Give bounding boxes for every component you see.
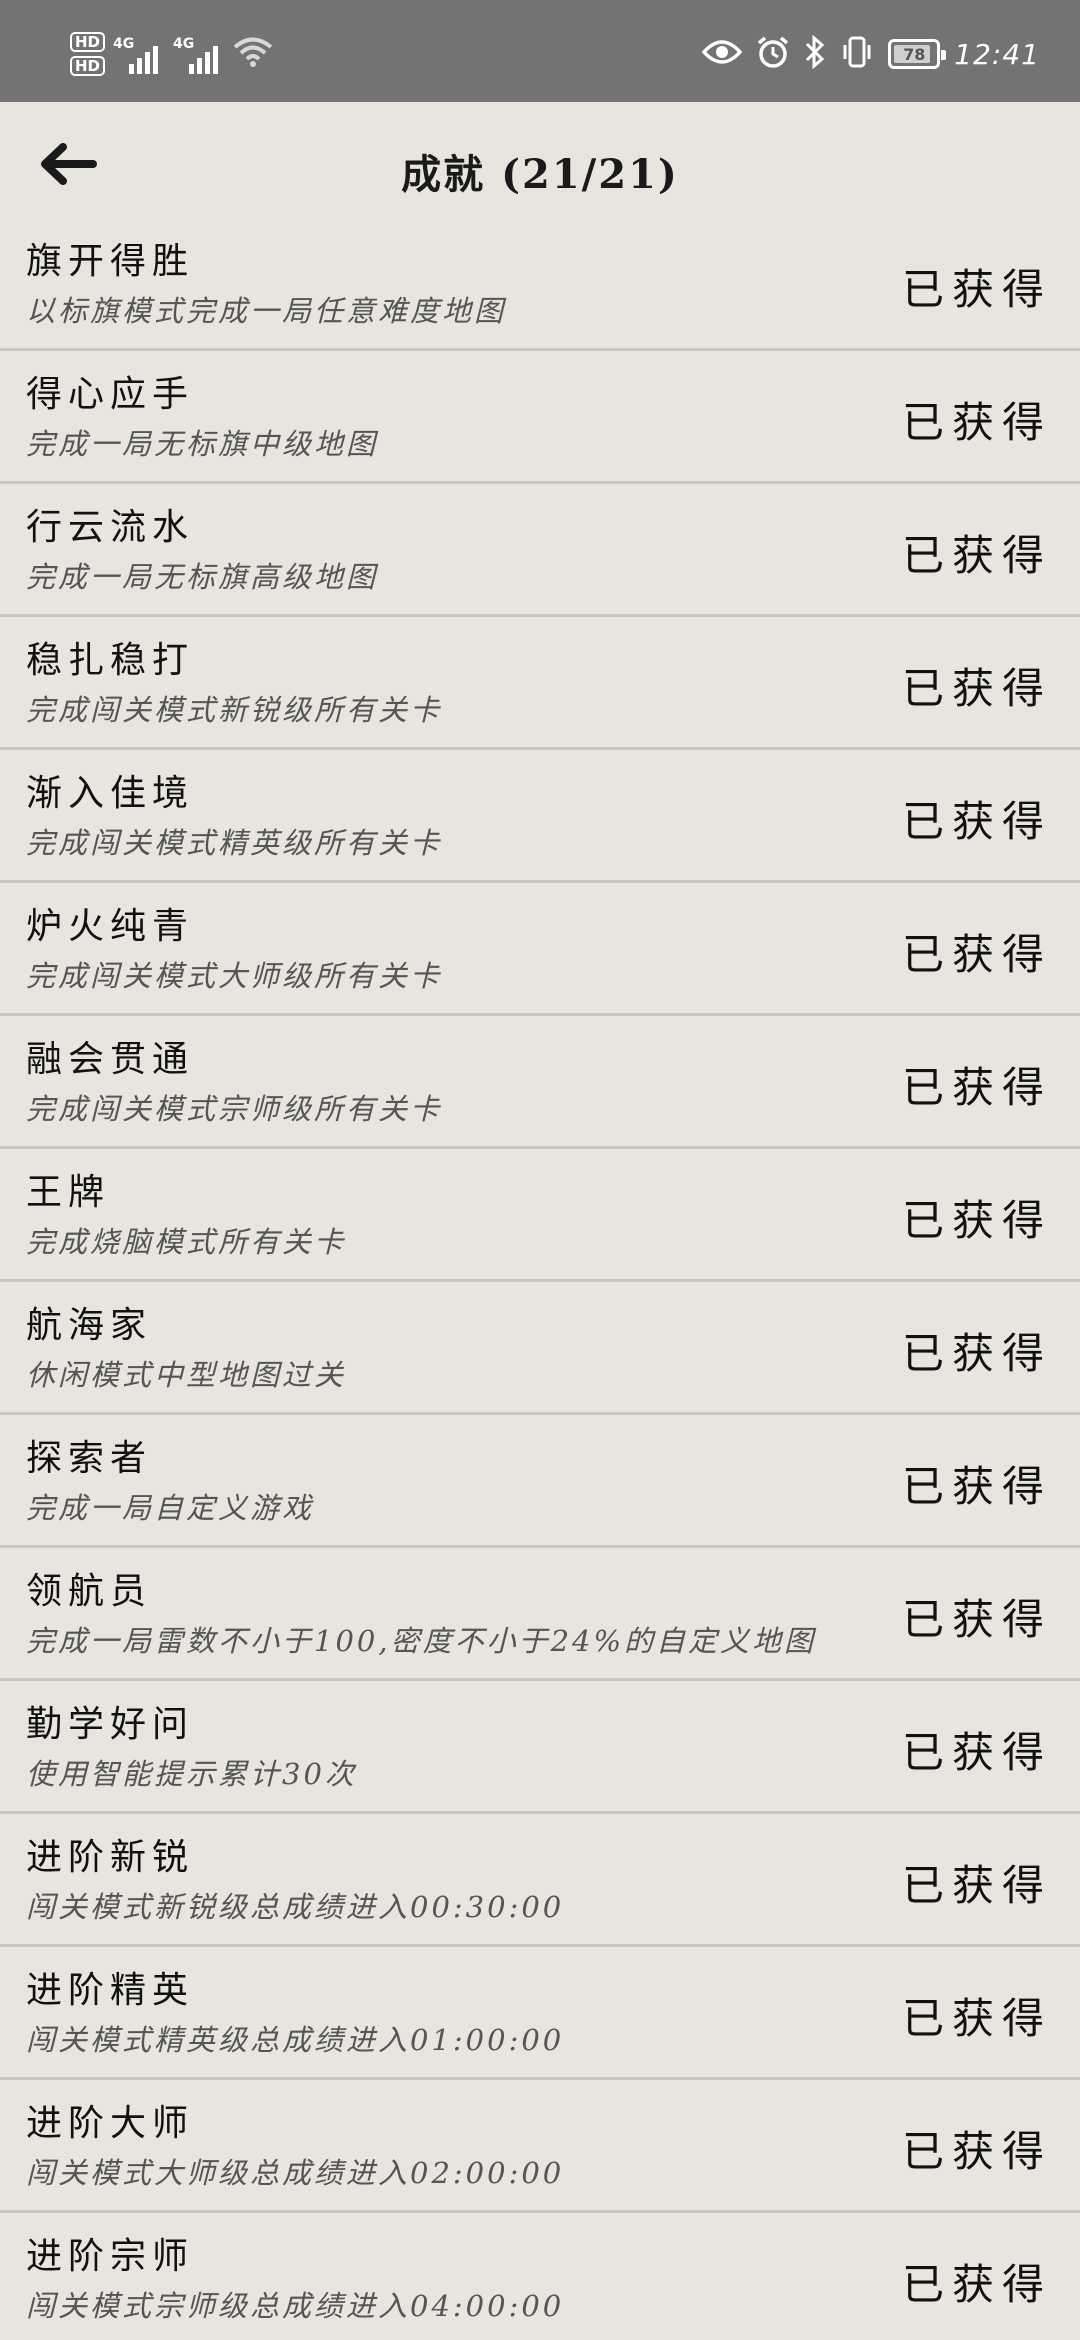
hd-indicators: HD HD xyxy=(70,32,106,76)
battery-level: 78 xyxy=(903,44,926,64)
achievement-status: 已获得 xyxy=(901,1329,1052,1378)
achievement-description: 完成闯关模式精英级所有关卡 xyxy=(26,826,443,860)
achievement-description: 完成一局无标旗高级地图 xyxy=(26,560,379,594)
achievement-title: 行云流水 xyxy=(26,507,195,548)
achievement-description: 完成烧脑模式所有关卡 xyxy=(26,1225,347,1259)
achievement-row[interactable]: 领航员完成一局雷数不小于100,密度不小于24%的自定义地图 已获得 xyxy=(0,1548,1080,1681)
achievement-status: 已获得 xyxy=(901,1462,1052,1511)
achievement-description: 完成一局无标旗中级地图 xyxy=(26,427,379,461)
achievement-description: 休闲模式中型地图过关 xyxy=(26,1358,347,1392)
status-right: 78 12:41 xyxy=(701,34,1040,74)
achievement-status: 已获得 xyxy=(901,2127,1052,2176)
achievement-row[interactable]: 勤学好问使用智能提示累计30次 已获得 xyxy=(0,1681,1080,1814)
achievement-description: 完成闯关模式大师级所有关卡 xyxy=(26,959,443,993)
achievement-status: 已获得 xyxy=(901,664,1052,713)
achievement-status: 已获得 xyxy=(901,1728,1052,1777)
achievement-row[interactable]: 进阶宗师闯关模式宗师级总成绩进入04:00:00 已获得 xyxy=(0,2213,1080,2340)
achievement-description: 闯关模式宗师级总成绩进入04:00:00 xyxy=(26,2289,565,2323)
achievement-title: 探索者 xyxy=(26,1438,153,1479)
achievement-status: 已获得 xyxy=(901,1994,1052,2043)
achievement-title: 进阶精英 xyxy=(26,1970,195,2011)
achievement-row[interactable]: 航海家休闲模式中型地图过关 已获得 xyxy=(0,1282,1080,1415)
achievement-title: 进阶大师 xyxy=(26,2103,195,2144)
achievement-title: 旗开得胜 xyxy=(26,241,195,282)
achievement-row[interactable]: 炉火纯青完成闯关模式大师级所有关卡 已获得 xyxy=(0,883,1080,1016)
achievement-status: 已获得 xyxy=(901,1196,1052,1245)
achievement-status: 已获得 xyxy=(901,2260,1052,2309)
achievement-status: 已获得 xyxy=(901,531,1052,580)
app-header: 成就 (21/21) xyxy=(0,102,1080,230)
achievement-description: 闯关模式新锐级总成绩进入00:30:00 xyxy=(26,1890,565,1924)
page-title: 成就 (21/21) xyxy=(401,151,679,198)
achievement-status: 已获得 xyxy=(901,1063,1052,1112)
wifi-icon xyxy=(233,36,273,72)
achievement-status: 已获得 xyxy=(901,265,1052,314)
clock: 12:41 xyxy=(954,37,1040,71)
achievement-row[interactable]: 行云流水完成一局无标旗高级地图 已获得 xyxy=(0,484,1080,617)
achievement-row[interactable]: 进阶精英闯关模式精英级总成绩进入01:00:00 已获得 xyxy=(0,1947,1080,2080)
achievement-row[interactable]: 王牌完成烧脑模式所有关卡 已获得 xyxy=(0,1149,1080,1282)
achievement-title: 融会贯通 xyxy=(26,1039,195,1080)
status-left: HD HD 4G 4G xyxy=(70,30,273,78)
achievement-description: 以标旗模式完成一局任意难度地图 xyxy=(26,294,507,328)
achievement-title: 领航员 xyxy=(26,1571,153,1612)
achievement-status: 已获得 xyxy=(901,398,1052,447)
achievement-title: 炉火纯青 xyxy=(26,906,195,947)
achievement-description: 完成闯关模式新锐级所有关卡 xyxy=(26,693,443,727)
achievement-status: 已获得 xyxy=(901,1861,1052,1910)
achievement-title: 勤学好问 xyxy=(26,1704,195,1745)
achievement-status: 已获得 xyxy=(901,1595,1052,1644)
achievement-title: 进阶宗师 xyxy=(26,2236,195,2277)
achievement-row[interactable]: 进阶新锐闯关模式新锐级总成绩进入00:30:00 已获得 xyxy=(0,1814,1080,1947)
achievement-status: 已获得 xyxy=(901,797,1052,846)
achievement-row[interactable]: 旗开得胜以标旗模式完成一局任意难度地图 已获得 xyxy=(0,218,1080,351)
status-bar: HD HD 4G 4G 78 12:41 xyxy=(0,0,1080,102)
signal-icon-1: 4G xyxy=(113,34,165,74)
achievement-status: 已获得 xyxy=(901,930,1052,979)
achievement-row[interactable]: 得心应手完成一局无标旗中级地图 已获得 xyxy=(0,351,1080,484)
bluetooth-icon xyxy=(804,34,826,73)
alarm-icon xyxy=(756,35,790,73)
achievement-row[interactable]: 渐入佳境完成闯关模式精英级所有关卡 已获得 xyxy=(0,750,1080,883)
achievement-row[interactable]: 稳扎稳打完成闯关模式新锐级所有关卡 已获得 xyxy=(0,617,1080,750)
vibrate-icon xyxy=(840,35,874,73)
signal-icon-2: 4G xyxy=(173,34,225,74)
hd-badge-1: HD xyxy=(70,32,106,52)
achievement-row[interactable]: 融会贯通完成闯关模式宗师级所有关卡 已获得 xyxy=(0,1016,1080,1149)
achievement-description: 完成闯关模式宗师级所有关卡 xyxy=(26,1092,443,1126)
achievement-title: 稳扎稳打 xyxy=(26,640,195,681)
hd-badge-2: HD xyxy=(70,56,106,76)
achievement-description: 闯关模式大师级总成绩进入02:00:00 xyxy=(26,2156,565,2190)
achievement-title: 得心应手 xyxy=(26,374,195,415)
achievement-row[interactable]: 探索者完成一局自定义游戏 已获得 xyxy=(0,1415,1080,1548)
achievement-description: 完成一局自定义游戏 xyxy=(26,1491,315,1525)
achievement-list: 旗开得胜 以标旗模式完成一局任意难度地图 已获得 得心应手 完成一局无标旗中级地图 已获得… xyxy=(0,218,1080,2340)
eye-icon xyxy=(701,38,743,70)
achievement-row[interactable]: 进阶大师闯关模式大师级总成绩进入02:00:00 已获得 xyxy=(0,2080,1080,2213)
achievement-title: 进阶新锐 xyxy=(26,1837,195,1878)
battery-icon: 78 xyxy=(888,39,947,69)
achievement-title: 渐入佳境 xyxy=(26,773,195,814)
achievement-description: 闯关模式精英级总成绩进入01:00:00 xyxy=(26,2023,565,2057)
achievement-title: 王牌 xyxy=(26,1172,111,1213)
achievement-title: 航海家 xyxy=(26,1305,153,1346)
achievement-description: 完成一局雷数不小于100,密度不小于24%的自定义地图 xyxy=(26,1624,817,1658)
achievement-description: 使用智能提示累计30次 xyxy=(26,1757,357,1791)
